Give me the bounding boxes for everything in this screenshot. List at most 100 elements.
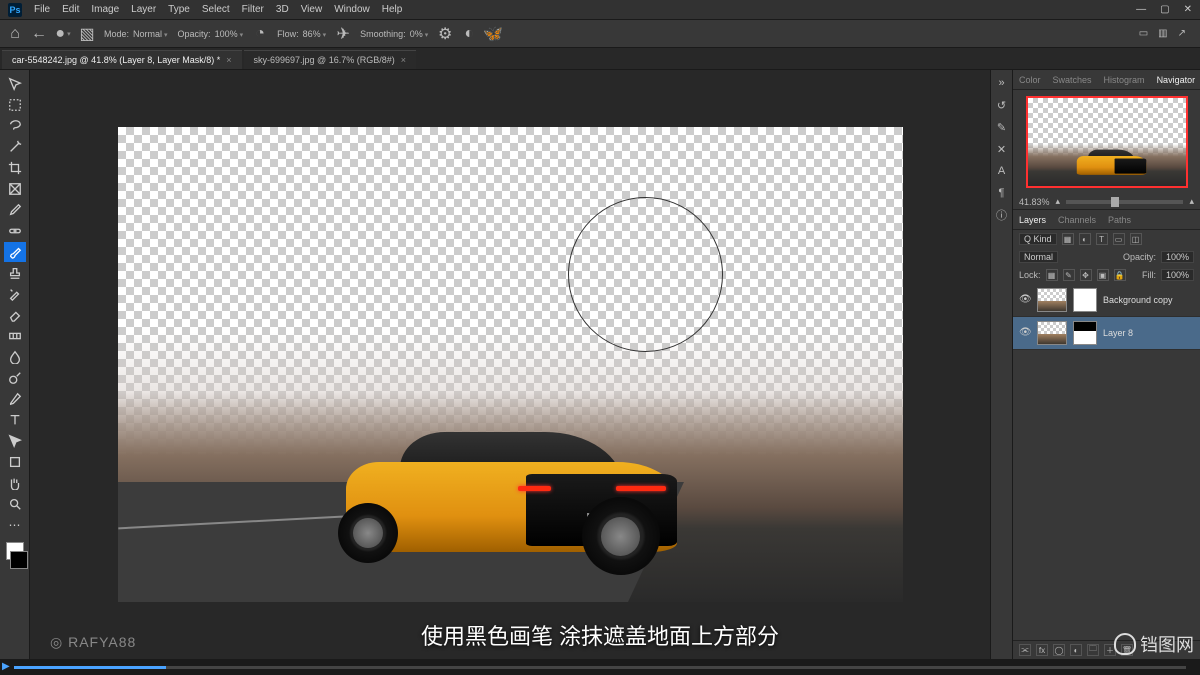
brush-panel-icon[interactable]: ▧ xyxy=(80,27,94,41)
menu-file[interactable]: File xyxy=(34,4,50,15)
tab-color[interactable]: Color xyxy=(1013,75,1047,85)
layer-name[interactable]: Background copy xyxy=(1103,295,1173,305)
heal-tool[interactable] xyxy=(4,221,26,241)
document-tab-1[interactable]: car-5548242.jpg @ 41.8% (Layer 8, Layer … xyxy=(2,50,242,69)
menu-image[interactable]: Image xyxy=(91,4,119,15)
home-icon[interactable]: ⌂ xyxy=(8,27,22,41)
mode-select[interactable]: Normal xyxy=(133,29,168,39)
close-tab-icon[interactable]: × xyxy=(401,55,406,65)
path-tool[interactable] xyxy=(4,431,26,451)
play-icon[interactable]: ▶ xyxy=(2,661,10,672)
canvas-area[interactable]: P 3587 xyxy=(30,70,990,659)
marquee-tool[interactable] xyxy=(4,95,26,115)
lasso-tool[interactable] xyxy=(4,116,26,136)
lock-pos-icon[interactable]: ✥ xyxy=(1080,269,1092,281)
symmetry-icon[interactable]: 🦋 xyxy=(486,27,500,41)
wand-tool[interactable] xyxy=(4,137,26,157)
tab-histogram[interactable]: Histogram xyxy=(1098,75,1151,85)
opacity-input[interactable]: 100% xyxy=(215,29,244,39)
zoom-in-icon[interactable]: ▴ xyxy=(1189,196,1194,207)
menu-view[interactable]: View xyxy=(301,4,323,15)
history-panel-icon[interactable]: ↺ xyxy=(995,98,1009,112)
crop-tool[interactable] xyxy=(4,158,26,178)
lock-paint-icon[interactable]: ✎ xyxy=(1063,269,1075,281)
tab-layers[interactable]: Layers xyxy=(1013,215,1052,225)
menu-edit[interactable]: Edit xyxy=(62,4,79,15)
window-maximize-icon[interactable]: ▢ xyxy=(1160,4,1169,15)
menu-type[interactable]: Type xyxy=(168,4,190,15)
video-progress-bar[interactable]: ▶ xyxy=(0,659,1200,675)
zoom-tool[interactable] xyxy=(4,494,26,514)
menu-layer[interactable]: Layer xyxy=(131,4,156,15)
back-icon[interactable]: ← xyxy=(32,27,46,41)
lock-all-icon[interactable]: 🔒 xyxy=(1114,269,1126,281)
cloud-docs-icon[interactable]: ▭ xyxy=(1139,28,1148,39)
frame-tool[interactable] xyxy=(4,179,26,199)
tab-swatches[interactable]: Swatches xyxy=(1047,75,1098,85)
brush-tool[interactable] xyxy=(4,242,26,262)
shape-tool[interactable] xyxy=(4,452,26,472)
move-tool[interactable] xyxy=(4,74,26,94)
tab-navigator[interactable]: Navigator xyxy=(1151,75,1200,85)
hand-tool[interactable] xyxy=(4,473,26,493)
filter-type-icon[interactable]: T xyxy=(1096,233,1108,245)
workspace-icon[interactable]: ▥ xyxy=(1158,28,1167,39)
layer-thumb[interactable] xyxy=(1037,288,1067,312)
zoom-slider[interactable] xyxy=(1066,200,1183,204)
filter-adjust-icon[interactable]: ◐ xyxy=(1079,233,1091,245)
layer-opacity-input[interactable]: 100% xyxy=(1161,251,1194,263)
airbrush-icon[interactable]: ✈ xyxy=(336,27,350,41)
menu-window[interactable]: Window xyxy=(334,4,370,15)
brush-settings-icon[interactable]: ✕ xyxy=(995,142,1009,156)
fx-icon[interactable]: fx xyxy=(1036,644,1048,656)
menu-help[interactable]: Help xyxy=(382,4,403,15)
eyedropper-tool[interactable] xyxy=(4,200,26,220)
blur-tool[interactable] xyxy=(4,347,26,367)
dodge-tool[interactable] xyxy=(4,368,26,388)
lock-trans-icon[interactable]: ▦ xyxy=(1046,269,1058,281)
arrow-icon[interactable]: » xyxy=(995,76,1009,90)
document-tab-2[interactable]: sky-699697.jpg @ 16.7% (RGB/8#)× xyxy=(244,50,416,69)
menu-select[interactable]: Select xyxy=(202,4,230,15)
progress-track[interactable] xyxy=(14,666,1186,669)
share-icon[interactable]: ↗ xyxy=(1178,28,1186,39)
filter-smart-icon[interactable]: ◫ xyxy=(1130,233,1142,245)
pen-tool[interactable] xyxy=(4,389,26,409)
layer-name[interactable]: Layer 8 xyxy=(1103,328,1133,338)
flow-input[interactable]: 86% xyxy=(303,29,327,39)
layer-row[interactable]: 👁 Layer 8 xyxy=(1013,317,1200,350)
new-group-icon[interactable]: 🗀 xyxy=(1087,644,1099,656)
layer-row[interactable]: 👁 Background copy xyxy=(1013,284,1200,317)
navigator-preview[interactable] xyxy=(1013,90,1200,194)
add-mask-icon[interactable]: ◯ xyxy=(1053,644,1065,656)
fill-input[interactable]: 100% xyxy=(1161,269,1194,281)
close-tab-icon[interactable]: × xyxy=(226,55,231,65)
visibility-icon[interactable]: 👁 xyxy=(1019,327,1031,339)
type-tool[interactable] xyxy=(4,410,26,430)
link-layers-icon[interactable]: ⫘ xyxy=(1019,644,1031,656)
tab-paths[interactable]: Paths xyxy=(1102,215,1137,225)
layer-mask-thumb[interactable] xyxy=(1073,321,1097,345)
tab-channels[interactable]: Channels xyxy=(1052,215,1102,225)
layer-mask-thumb[interactable] xyxy=(1073,288,1097,312)
visibility-icon[interactable]: 👁 xyxy=(1019,294,1031,306)
stamp-tool[interactable] xyxy=(4,263,26,283)
layer-thumb[interactable] xyxy=(1037,321,1067,345)
lock-nest-icon[interactable]: ▣ xyxy=(1097,269,1109,281)
zoom-out-icon[interactable]: ▴ xyxy=(1056,196,1061,207)
layer-filter-select[interactable]: Q Kind xyxy=(1019,233,1057,245)
smoothing-input[interactable]: 0% xyxy=(410,29,429,39)
blend-mode-select[interactable]: Normal xyxy=(1019,251,1058,263)
eraser-tool[interactable] xyxy=(4,305,26,325)
window-minimize-icon[interactable]: — xyxy=(1136,4,1146,15)
history-brush-tool[interactable] xyxy=(4,284,26,304)
properties-panel-icon[interactable]: ✎ xyxy=(995,120,1009,134)
background-color-swatch[interactable] xyxy=(10,551,28,569)
paragraph-panel-icon[interactable]: ¶ xyxy=(995,186,1009,200)
new-adjustment-icon[interactable]: ◐ xyxy=(1070,644,1082,656)
pressure-opacity-icon[interactable]: ◔ xyxy=(253,27,267,41)
menu-filter[interactable]: Filter xyxy=(242,4,264,15)
filter-pixel-icon[interactable]: ▦ xyxy=(1062,233,1074,245)
window-close-icon[interactable]: ✕ xyxy=(1184,4,1192,15)
document-canvas[interactable]: P 3587 xyxy=(118,127,903,602)
